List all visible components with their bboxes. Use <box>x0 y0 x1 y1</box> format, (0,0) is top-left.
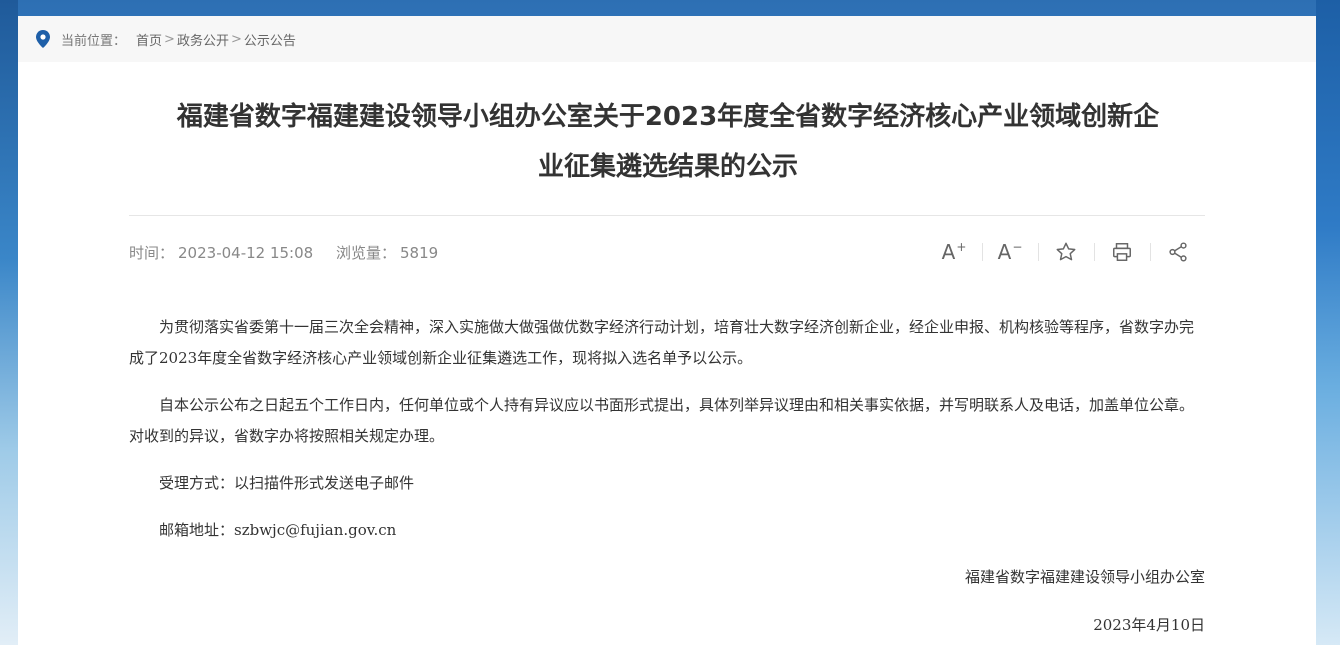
breadcrumb-separator: > <box>164 31 175 47</box>
page-title: 福建省数字福建建设领导小组办公室关于2023年度全省数字经济核心产业领域创新企 … <box>128 92 1208 192</box>
print-button[interactable] <box>1094 237 1150 267</box>
article-body: 为贯彻落实省委第十一届三次全会精神，深入实施做大做强做优数字经济行动计划，培育壮… <box>129 312 1205 562</box>
breadcrumb-label: 当前位置： <box>61 33 127 49</box>
share-button[interactable] <box>1150 237 1206 267</box>
favorite-button[interactable] <box>1038 237 1094 267</box>
background-right <box>1316 0 1340 645</box>
time-value: 2023-04-12 15:08 <box>178 244 314 262</box>
print-icon <box>1113 243 1131 261</box>
paragraph-email: 邮箱地址：szbwjc@fujian.gov.cn <box>159 521 397 539</box>
breadcrumb-notices[interactable]: 公示公告 <box>244 30 296 49</box>
publish-date: 2023年4月10日 <box>1093 616 1205 634</box>
article-meta: 时间： 2023-04-12 15:08 浏览量： 5819 <box>129 242 442 263</box>
views-value: 5819 <box>399 244 439 262</box>
location-pin-icon <box>35 30 51 48</box>
font-increase-icon: A+ <box>941 240 967 264</box>
background-left <box>0 0 18 645</box>
paragraph: 受理方式：以扫描件形式发送电子邮件 <box>159 474 415 492</box>
star-icon <box>1056 242 1076 261</box>
article-card: 当前位置： 首页 > 政务公开 > 公示公告 福建省数字福建建设领导小组办公室关… <box>18 16 1316 645</box>
font-decrease-icon: A− <box>997 240 1023 264</box>
signature: 福建省数字福建建设领导小组办公室 <box>964 568 1205 586</box>
breadcrumb-home[interactable]: 首页 <box>136 30 162 49</box>
paragraph: 自本公示公布之日起五个工作日内，任何单位或个人持有异议应以书面形式提出，具体列举… <box>129 396 1195 445</box>
title-line-2: 业征集遴选结果的公示 <box>537 152 798 182</box>
font-decrease-button[interactable]: A− <box>982 237 1038 267</box>
title-line-1: 福建省数字福建建设领导小组办公室关于2023年度全省数字经济核心产业领域创新企 <box>176 102 1160 132</box>
breadcrumb: 当前位置： 首页 > 政务公开 > 公示公告 <box>18 16 1316 62</box>
paragraph: 为贯彻落实省委第十一届三次全会精神，深入实施做大做强做优数字经济行动计划，培育壮… <box>129 318 1195 367</box>
article-toolbar: A+ A− <box>926 237 1206 267</box>
share-icon <box>1169 242 1187 262</box>
views-label: 浏览量： <box>335 244 396 262</box>
breadcrumb-separator: > <box>230 31 242 47</box>
title-divider <box>129 215 1205 216</box>
time-label: 时间： <box>129 244 175 262</box>
font-increase-button[interactable]: A+ <box>926 237 982 267</box>
breadcrumb-gov-open[interactable]: 政务公开 <box>177 30 229 49</box>
